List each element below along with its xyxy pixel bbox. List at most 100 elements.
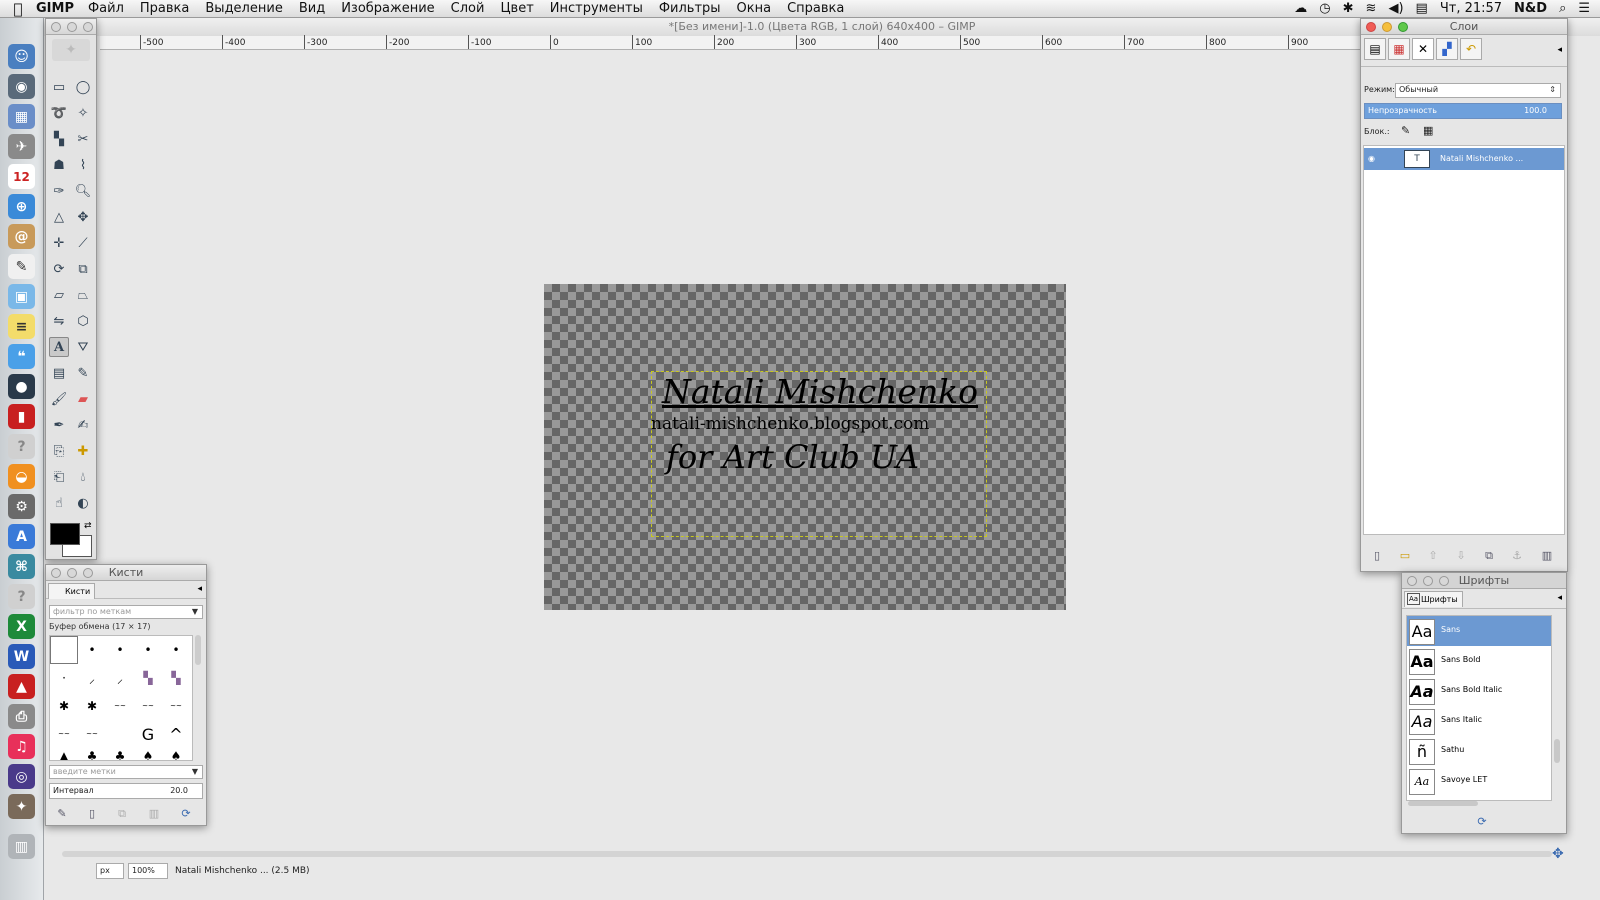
tab-colormap-icon[interactable]: ▞ — [1436, 38, 1458, 60]
zoom-icon[interactable] — [1398, 22, 1408, 32]
delete-layer-icon[interactable]: ▥ — [1539, 549, 1555, 563]
bucket-fill-icon[interactable]: ⛛ — [73, 337, 93, 357]
eraser-icon[interactable]: ▰ — [73, 389, 93, 409]
menu-help[interactable]: Справка — [787, 1, 844, 16]
paths-icon[interactable]: ⌇ — [73, 155, 93, 175]
text-tool-icon[interactable]: A — [49, 337, 69, 357]
menu-image[interactable]: Изображение — [341, 1, 434, 16]
word-icon[interactable]: W — [8, 644, 35, 669]
brush-item[interactable]: ~~ — [134, 692, 162, 720]
dashboard-icon[interactable]: ◉ — [8, 74, 35, 99]
menu-edit[interactable]: Правка — [140, 1, 189, 16]
unknown-app-2-icon[interactable]: ? — [8, 584, 35, 609]
app-store-icon[interactable]: A — [8, 524, 35, 549]
brush-item[interactable]: ✱ — [78, 692, 106, 720]
cloud-icon[interactable]: ☁ — [1294, 1, 1307, 16]
pencil-icon[interactable]: ✎ — [73, 363, 93, 383]
brush-item[interactable]: ▲ — [50, 742, 78, 760]
layer-row[interactable]: ◉ T Natali Mishchenko ... — [1364, 148, 1564, 170]
ibooks-icon[interactable]: ◒ — [8, 464, 35, 489]
zoom-selector[interactable]: 100% — [128, 863, 168, 879]
mode-select[interactable]: Обычный ⇕ — [1395, 83, 1561, 98]
move-icon[interactable]: ✥ — [73, 207, 93, 227]
measure-icon[interactable]: △ — [49, 207, 69, 227]
layer-name[interactable]: Natali Mishchenko ... — [1440, 154, 1523, 163]
contacts-icon[interactable]: @ — [8, 224, 35, 249]
fuzzy-select-icon[interactable]: ✧ — [73, 103, 93, 123]
font-list-scrollbar[interactable] — [1554, 739, 1560, 763]
time-machine-icon[interactable]: ◷ — [1319, 1, 1330, 16]
spotlight-icon[interactable]: ⌕ — [1559, 1, 1566, 16]
font-item[interactable]: ñ Sathu — [1407, 736, 1551, 766]
unit-selector[interactable]: px — [96, 863, 124, 879]
calendar-icon[interactable]: 12 — [8, 164, 35, 189]
mission-control-icon[interactable]: ▦ — [8, 104, 35, 129]
close-icon[interactable] — [51, 568, 61, 578]
brush-tag-input[interactable]: введите метки ▼ — [49, 765, 203, 779]
minimize-icon[interactable] — [1423, 576, 1433, 586]
zoom-icon[interactable] — [1439, 576, 1449, 586]
clone-icon[interactable]: ⎘ — [49, 441, 69, 461]
rotate-icon[interactable]: ⟳ — [49, 259, 69, 279]
brush-item[interactable]: ~~ — [162, 692, 190, 720]
swap-colors-icon[interactable]: ⇄ — [84, 521, 92, 531]
trash-icon[interactable]: ▥ — [8, 834, 35, 859]
rect-select-icon[interactable]: ▭ — [49, 77, 69, 97]
flag-icon[interactable]: ▤ — [1416, 1, 1428, 16]
font-item[interactable]: Aa Sans — [1407, 616, 1551, 646]
brush-item[interactable]: ♠ — [134, 742, 162, 760]
network-icon[interactable]: ⌘ — [8, 554, 35, 579]
ellipse-select-icon[interactable]: ◯ — [73, 77, 93, 97]
shear-icon[interactable]: ▱ — [49, 285, 69, 305]
tab-paths-icon[interactable]: ✕ — [1412, 38, 1434, 60]
magnify-icon[interactable]: 🔍︎ — [73, 181, 93, 201]
textedit-icon[interactable]: ✎ — [8, 254, 35, 279]
brush-item[interactable]: ▚ — [162, 664, 190, 692]
refresh-icon[interactable]: ⟳ — [1474, 815, 1490, 829]
brush-item[interactable]: ♣ — [78, 742, 106, 760]
wifi-icon[interactable]: ≋ — [1366, 1, 1377, 16]
panel-menu-icon[interactable]: ◂ — [1557, 593, 1562, 603]
scissors-icon[interactable]: ✂ — [73, 129, 93, 149]
brush-clipboard[interactable] — [50, 636, 78, 664]
opacity-slider[interactable]: Непрозрачность 100.0 — [1364, 103, 1562, 119]
tab-layers-icon[interactable]: ▤ — [1364, 38, 1386, 60]
volume-icon[interactable]: ◀) — [1388, 1, 1403, 16]
launchpad-icon[interactable]: ✈ — [8, 134, 35, 159]
brush-item[interactable]: · — [50, 664, 78, 692]
brush-item[interactable]: • — [134, 636, 162, 664]
anchor-layer-icon[interactable]: ⚓ — [1509, 549, 1525, 563]
photo-booth-icon[interactable]: ▮ — [8, 404, 35, 429]
brush-item[interactable]: • — [78, 636, 106, 664]
brush-item[interactable]: ♠ — [162, 742, 190, 760]
brush-item[interactable]: ♣ — [106, 742, 134, 760]
clock[interactable]: Чт, 21:57 — [1440, 1, 1502, 16]
color-select-icon[interactable]: ▚ — [49, 129, 69, 149]
close-icon[interactable] — [1407, 576, 1417, 586]
refresh-icon[interactable]: ⟳ — [178, 807, 194, 821]
flip-icon[interactable]: ⇋ — [49, 311, 69, 331]
itunes-icon[interactable]: ♫ — [8, 734, 35, 759]
panel-menu-icon[interactable]: ◂ — [1557, 45, 1562, 55]
menu-windows[interactable]: Окна — [737, 1, 772, 16]
tab-brushes[interactable]: Кисти — [48, 583, 96, 599]
lock-alpha-icon[interactable]: ▦ — [1423, 124, 1433, 137]
horizontal-ruler[interactable]: -500 -400 -300 -200 -100 0 100 200 300 4… — [100, 35, 1382, 50]
finder-icon[interactable]: ☺ — [8, 44, 35, 69]
paintbrush-icon[interactable]: 🖌︎ — [49, 389, 69, 409]
color-picker-icon[interactable]: ✑ — [49, 181, 69, 201]
brush-grid[interactable]: • • • • · ⸝ ⸝ ▚ ▚ ✱ ✱ ~~ ~~ ~~ ~~ ~~ G ^… — [49, 635, 193, 761]
delete-brush-icon[interactable]: ▥ — [146, 807, 162, 821]
dodge-burn-icon[interactable]: ◐ — [73, 493, 93, 513]
brush-item[interactable]: ⸝ — [78, 664, 106, 692]
menu-select[interactable]: Выделение — [205, 1, 282, 16]
minimize-icon[interactable] — [67, 22, 77, 32]
crop-icon[interactable]: ⟋ — [73, 233, 93, 253]
font-item[interactable]: Aa Sans Bold Italic — [1407, 676, 1551, 706]
close-icon[interactable] — [51, 22, 61, 32]
zoom-icon[interactable] — [83, 568, 93, 578]
app-menu[interactable]: GIMP — [36, 1, 74, 16]
edit-brush-icon[interactable]: ✎ — [54, 807, 70, 821]
horizontal-scrollbar[interactable] — [62, 851, 1552, 857]
menu-filters[interactable]: Фильтры — [659, 1, 721, 16]
